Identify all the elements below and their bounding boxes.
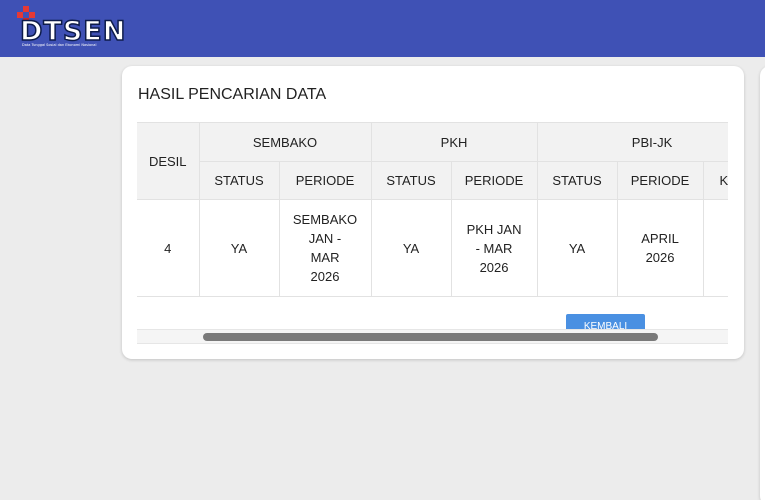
table-row: 4 YA SEMBAKO JAN - MAR 2026 YA PKH JAN -… [137,199,728,297]
header-pkh-periode: PERIODE [450,161,538,200]
scrollbar-thumb[interactable] [203,333,658,341]
header-group-sembako: SEMBAKO [198,122,372,162]
cell-pbijk-periode: APRIL 2026 [616,199,704,297]
result-table: DESIL SEMBAKO PKH PBI-JK STATUS PERIODE … [137,122,728,297]
page-title: HASIL PENCARIAN DATA [138,86,327,103]
header-sembako-periode: PERIODE [278,161,372,200]
header-pbijk-periode: PERIODE [616,161,704,200]
logo-subtitle: Data Tunggal Sosial dan Ekonomi Nasional [22,43,97,47]
header-sembako-status: STATUS [198,161,280,200]
horizontal-scrollbar[interactable] [137,329,728,344]
cell-desil: 4 [137,199,200,297]
header-pkh-status: STATUS [370,161,452,200]
header-truncated: KI [702,161,728,200]
cell-truncated [702,199,728,297]
dtsen-logo[interactable]: DTSEN Data Tunggal Sosial dan Ekonomi Na… [14,6,126,52]
top-app-bar: DTSEN Data Tunggal Sosial dan Ekonomi Na… [0,0,765,57]
result-table-container[interactable]: DESIL SEMBAKO PKH PBI-JK STATUS PERIODE … [137,122,728,344]
cell-pkh-periode: PKH JAN - MAR 2026 [450,199,538,297]
header-pbijk-status: STATUS [536,161,618,200]
cell-sembako-status: YA [198,199,280,297]
cell-sembako-periode: SEMBAKO JAN - MAR 2026 [278,199,372,297]
header-group-pkh: PKH [370,122,538,162]
search-result-card: HASIL PENCARIAN DATA DESIL SEMBAKO PKH P… [122,66,744,359]
side-card [760,66,765,500]
cell-pbijk-status: YA [536,199,618,297]
header-desil: DESIL [137,122,200,200]
cell-pkh-status: YA [370,199,452,297]
header-group-pbijk: PBI-JK [536,122,728,162]
